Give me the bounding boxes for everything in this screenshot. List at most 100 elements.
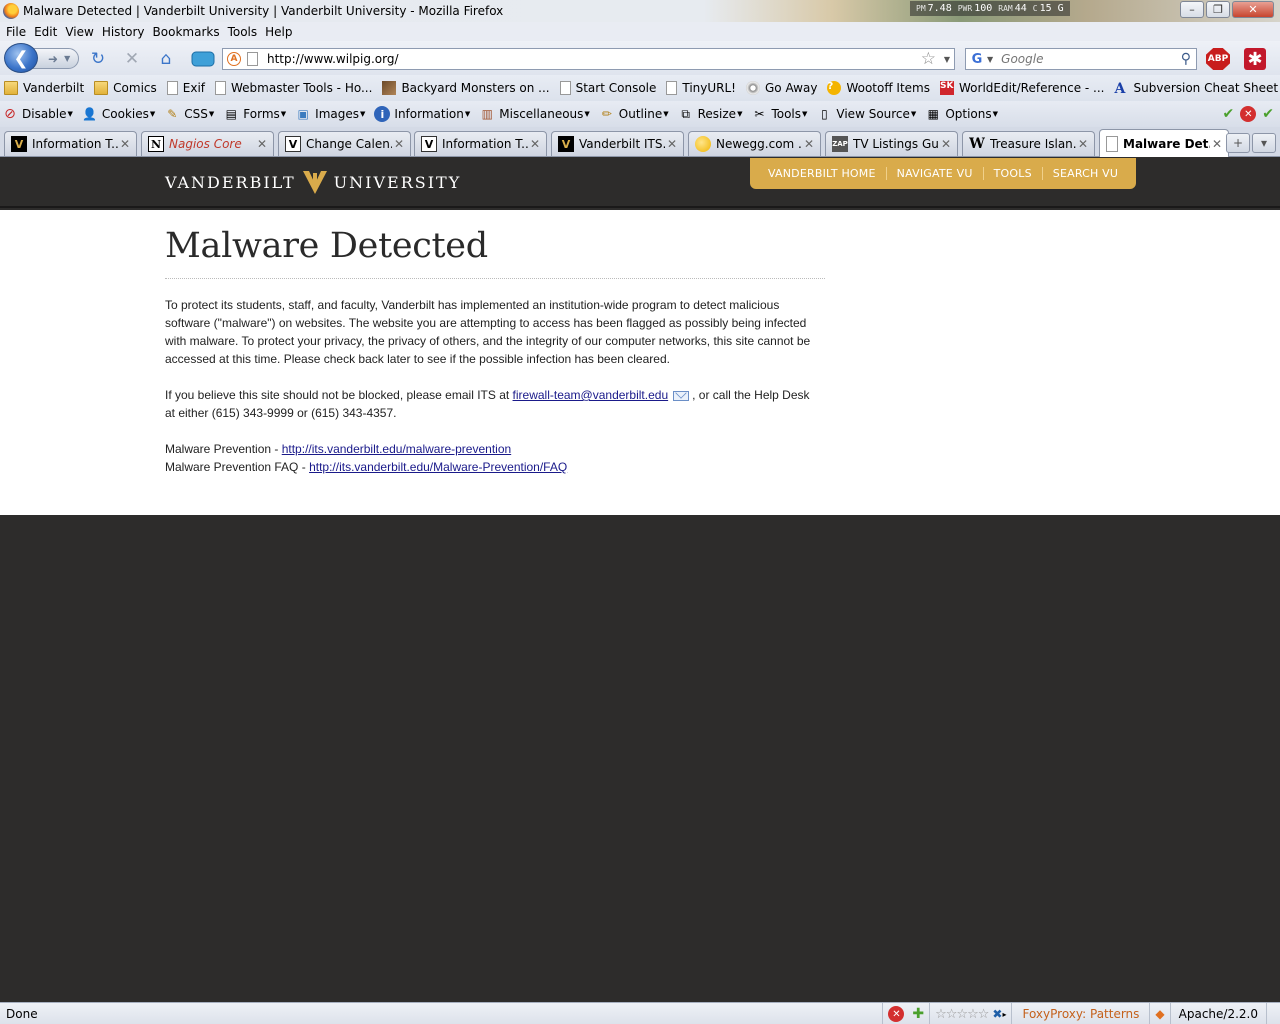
page-icon — [666, 81, 678, 95]
close-tab-icon[interactable]: ✕ — [939, 137, 953, 151]
bookmark-item[interactable]: ? Wootoff Items — [827, 81, 930, 95]
menu-file[interactable]: File — [2, 25, 30, 39]
dev-disable-menu[interactable]: ⊘ Disable ▼ — [2, 106, 73, 122]
check-icon[interactable]: ✔ — [1223, 106, 1235, 122]
resize-grip[interactable] — [1266, 1003, 1280, 1024]
bookmark-item[interactable]: Vanderbilt — [4, 81, 84, 95]
dev-css-menu[interactable]: ✎ CSS ▼ — [164, 106, 214, 122]
red-asterisk-icon[interactable]: ✱ — [1244, 48, 1266, 70]
malware-faq-link[interactable]: http://its.vanderbilt.edu/Malware-Preven… — [309, 460, 567, 474]
cloud-icon[interactable] — [190, 49, 216, 69]
search-engine-dropdown-icon[interactable]: ▼ — [987, 55, 993, 64]
stop-icon[interactable]: ✕ — [122, 49, 142, 69]
fox-icon: ◆ — [1155, 1007, 1165, 1021]
nav-navigate-vu[interactable]: NAVIGATE VU — [887, 167, 984, 180]
close-tab-icon[interactable]: ✕ — [665, 137, 679, 151]
nav-vanderbilt-home[interactable]: VANDERBILT HOME — [758, 167, 887, 180]
search-input[interactable] — [1001, 52, 1172, 66]
email-link[interactable]: firewall-team@vanderbilt.edu — [513, 388, 669, 402]
nav-tools[interactable]: TOOLS — [984, 167, 1043, 180]
tab[interactable]: V Information T... ✕ — [414, 131, 547, 156]
bookmark-item[interactable]: Webmaster Tools - Ho... — [215, 81, 372, 95]
close-tab-icon[interactable]: ✕ — [1210, 137, 1224, 151]
tab[interactable]: V Change Calen... ✕ — [278, 131, 411, 156]
site-identity-icon[interactable]: A — [227, 52, 241, 66]
site-nav: VANDERBILT HOME NAVIGATE VU TOOLS SEARCH… — [750, 158, 1137, 189]
maximize-button[interactable]: ❐ — [1206, 1, 1230, 18]
address-bar[interactable]: A ☆ ▼ — [222, 48, 955, 70]
dev-tools-menu[interactable]: ✂ Tools ▼ — [751, 106, 807, 122]
search-bar[interactable]: G ▼ ⚲ — [965, 48, 1197, 70]
bookmark-item[interactable]: Exif — [166, 81, 205, 95]
url-dropdown-icon[interactable]: ▼ — [944, 55, 950, 64]
email-icon[interactable] — [673, 390, 690, 401]
addon-x-icon[interactable]: ✖ — [992, 1007, 1002, 1021]
home-icon[interactable]: ⌂ — [156, 49, 176, 69]
disable-icon: ⊘ — [4, 106, 16, 122]
malware-prevention-link[interactable]: http://its.vanderbilt.edu/malware-preven… — [282, 442, 511, 456]
menu-view[interactable]: View — [61, 25, 97, 39]
menu-history[interactable]: History — [98, 25, 149, 39]
nav-search-vu[interactable]: SEARCH VU — [1043, 167, 1128, 180]
dev-view-source-menu[interactable]: ▯ View Source ▼ — [816, 106, 916, 122]
source-icon: ▯ — [821, 107, 828, 121]
tab[interactable]: ZAP TV Listings Gu... ✕ — [825, 131, 958, 156]
dev-misc-menu[interactable]: ▥ Miscellaneous ▼ — [479, 106, 590, 122]
error-icon[interactable]: ✕ — [1240, 106, 1257, 122]
tab[interactable]: W Treasure Islan... ✕ — [962, 131, 1095, 156]
bookmark-item[interactable]: A Subversion Cheat Sheet — [1114, 81, 1279, 97]
bookmark-item[interactable]: Start Console — [559, 81, 656, 95]
dev-options-menu[interactable]: ▦ Options ▼ — [925, 106, 998, 122]
menu-help[interactable]: Help — [261, 25, 296, 39]
close-window-button[interactable]: ✕ — [1232, 1, 1274, 18]
forward-button[interactable]: ➜ ▼ — [33, 48, 79, 69]
dev-resize-menu[interactable]: ⧉ Resize ▼ — [678, 106, 742, 122]
tab-active[interactable]: Malware Det... ✕ — [1099, 129, 1229, 157]
list-all-tabs-button[interactable]: ▾ — [1252, 133, 1276, 153]
reload-icon[interactable]: ↻ — [88, 49, 108, 69]
foxyproxy-icon-cell[interactable]: ◆ — [1149, 1003, 1169, 1024]
url-input[interactable] — [267, 52, 907, 66]
bookmark-item[interactable]: TinyURL! — [666, 81, 736, 95]
bookmark-star-icon[interactable]: ☆ — [921, 49, 936, 69]
adblock-plus-icon[interactable]: ABP — [1206, 48, 1230, 70]
menu-edit[interactable]: Edit — [30, 25, 61, 39]
stop-script-icon[interactable]: ✕ — [888, 1006, 905, 1022]
foxyproxy-status[interactable]: FoxyProxy: Patterns — [1011, 1003, 1149, 1024]
a-icon: A — [1114, 81, 1126, 97]
google-icon[interactable]: G — [969, 51, 985, 67]
search-icon[interactable]: ⚲ — [1181, 51, 1191, 67]
bookmark-item[interactable]: Go Away — [746, 81, 817, 95]
check-icon[interactable]: ✔ — [1262, 106, 1274, 122]
dev-outline-menu[interactable]: ✏ Outline ▼ — [599, 106, 669, 122]
page-rating[interactable]: ☆☆☆☆☆ ✖ ▸ — [929, 1003, 1011, 1024]
close-tab-icon[interactable]: ✕ — [118, 137, 132, 151]
page-icon — [166, 81, 178, 95]
bookmark-item[interactable]: Comics — [94, 81, 157, 95]
menu-tools[interactable]: Tools — [224, 25, 262, 39]
dev-forms-menu[interactable]: ▤ Forms ▼ — [223, 106, 287, 122]
vanderbilt-logo[interactable]: VANDERBILT UNIVERSITY — [165, 169, 461, 195]
tab[interactable]: N Nagios Core ✕ — [141, 131, 274, 156]
close-tab-icon[interactable]: ✕ — [255, 137, 269, 151]
wikipedia-icon: W — [969, 136, 985, 152]
dev-information-menu[interactable]: i Information ▼ — [374, 106, 470, 122]
tab[interactable]: Newegg.com ... ✕ — [688, 131, 821, 156]
green-puzzle-icon[interactable]: ✚ — [912, 1006, 924, 1022]
close-tab-icon[interactable]: ✕ — [528, 137, 542, 151]
close-tab-icon[interactable]: ✕ — [1076, 137, 1090, 151]
dev-images-menu[interactable]: ▣ Images ▼ — [295, 106, 366, 122]
minimize-button[interactable]: – — [1180, 1, 1204, 18]
bookmark-item[interactable]: SK WorldEdit/Reference - ... — [940, 81, 1105, 95]
title-divider — [165, 278, 825, 279]
dev-cookies-menu[interactable]: 👤 Cookies ▼ — [82, 106, 155, 122]
rating-stars[interactable]: ☆☆☆☆☆ — [935, 1007, 989, 1022]
close-tab-icon[interactable]: ✕ — [802, 137, 816, 151]
menu-bookmarks[interactable]: Bookmarks — [149, 25, 224, 39]
bookmark-item[interactable]: Backyard Monsters on ... — [382, 81, 550, 95]
back-button[interactable]: ❮ — [4, 43, 38, 73]
tab[interactable]: V Vanderbilt ITS... ✕ — [551, 131, 684, 156]
new-tab-button[interactable]: + — [1226, 133, 1250, 153]
tab[interactable]: V Information T... ✕ — [4, 131, 137, 156]
close-tab-icon[interactable]: ✕ — [392, 137, 406, 151]
